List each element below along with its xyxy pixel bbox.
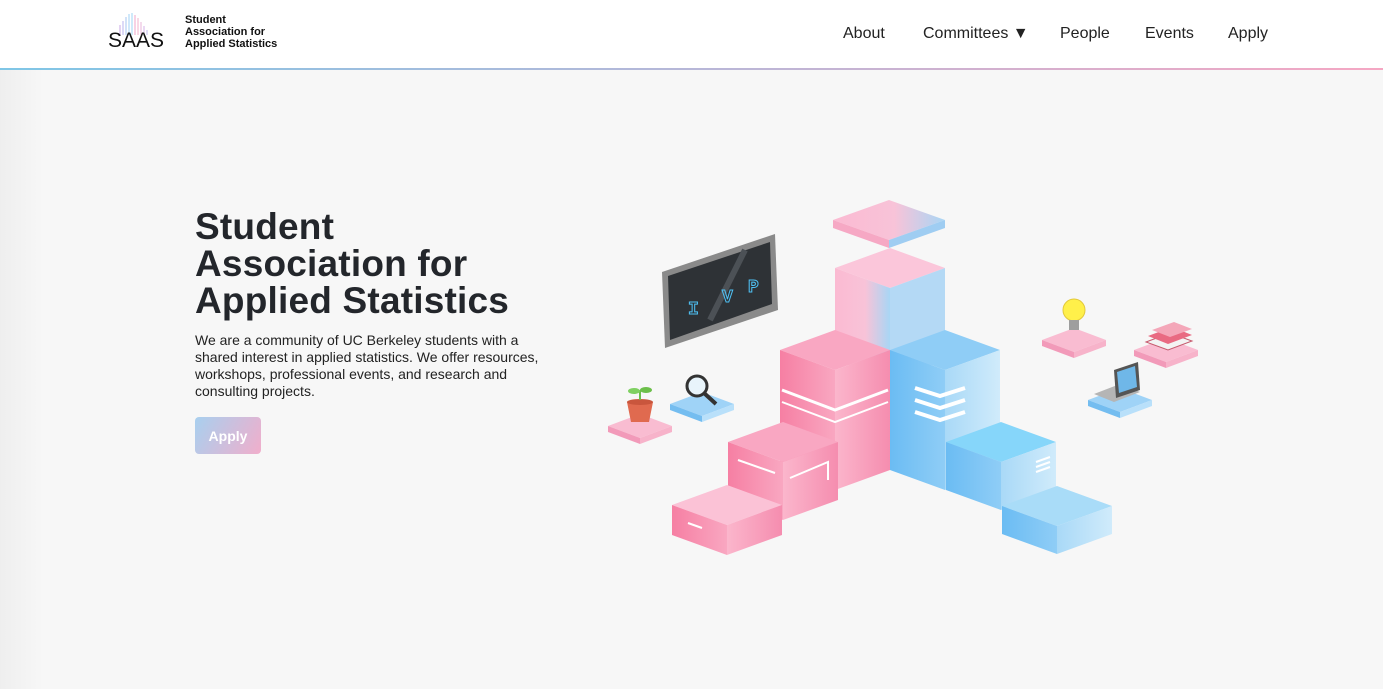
navbar-gradient-divider xyxy=(0,68,1383,70)
chalkboard-icon: I V P xyxy=(662,234,778,348)
page-edge-shadow xyxy=(0,70,44,689)
nav-item-about[interactable]: About xyxy=(843,25,885,43)
laptop-icon xyxy=(1088,362,1152,418)
hero-section: Student Association for Applied Statisti… xyxy=(195,208,555,400)
plant-pot-icon xyxy=(608,387,672,444)
hero-title: Student Association for Applied Statisti… xyxy=(195,208,555,319)
chalkboard-letter-2: V xyxy=(722,288,733,308)
lightbulb-icon xyxy=(1042,298,1106,358)
nav-item-apply[interactable]: Apply xyxy=(1228,25,1268,43)
hero-title-line-1: Student xyxy=(195,206,335,247)
magnifier-icon xyxy=(670,374,734,422)
hero-title-line-3: Applied Statistics xyxy=(195,280,510,321)
main-nav: About Committees ▼ People Events Apply xyxy=(0,25,1383,45)
hero-title-line-2: Association for xyxy=(195,243,468,284)
nav-item-events[interactable]: Events xyxy=(1145,25,1194,43)
top-floating-slab xyxy=(833,200,945,248)
books-icon xyxy=(1134,322,1198,368)
chalkboard-letter-1: I xyxy=(688,300,699,320)
isometric-stats-illustration: I V P xyxy=(608,200,1198,555)
nav-item-people[interactable]: People xyxy=(1060,25,1110,43)
nav-item-committees-dropdown[interactable]: Committees ▼ xyxy=(923,25,1029,43)
chalkboard-letter-3: P xyxy=(748,278,759,298)
hero-description: We are a community of UC Berkeley studen… xyxy=(195,332,539,399)
hero-apply-button[interactable]: Apply xyxy=(195,417,261,454)
